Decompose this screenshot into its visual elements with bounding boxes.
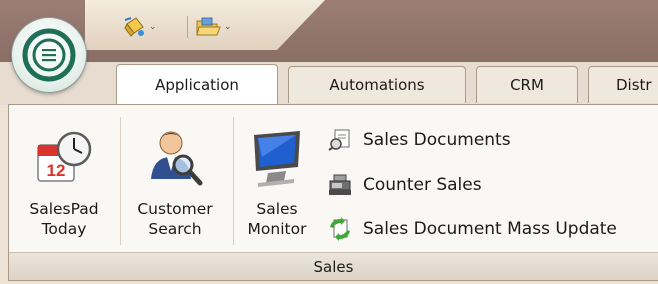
chevron-down-icon[interactable]: ⌄ (224, 22, 232, 32)
group-separator (233, 117, 234, 245)
salespad-today-button[interactable]: 12 SalesPad Today (15, 113, 113, 253)
ribbon-tab-strip: Application Automations CRM Distr (0, 62, 658, 105)
group-separator (120, 117, 121, 245)
svg-text:12: 12 (47, 161, 66, 180)
button-label: Sales Document Mass Update (363, 219, 617, 239)
quick-access-folder-button[interactable]: ⌄ (195, 15, 232, 39)
tab-label: CRM (510, 76, 544, 94)
customer-search-icon (151, 131, 203, 186)
mass-update-icon (330, 217, 350, 241)
sales-document-mass-update-button[interactable]: Sales Document Mass Update (327, 214, 617, 244)
quick-access-separator (187, 16, 188, 38)
button-label: Sales (256, 200, 298, 218)
counter-sales-button[interactable]: Counter Sales (327, 170, 482, 200)
sales-documents-icon (328, 129, 350, 151)
tab-automations[interactable]: Automations (288, 66, 466, 103)
customer-search-button[interactable]: Customer Search (123, 113, 227, 253)
monitor-icon (254, 131, 300, 187)
tab-crm[interactable]: CRM (476, 66, 578, 103)
tab-label: Distr (616, 76, 652, 94)
tab-label: Application (155, 75, 239, 94)
button-label: Customer (137, 200, 213, 218)
app-menu-icon (22, 28, 76, 82)
paint-bucket-icon (124, 17, 144, 37)
title-bar: ⌄ ⌄ (0, 0, 658, 62)
group-label: Sales (313, 257, 354, 276)
sales-monitor-button[interactable]: Sales Monitor (237, 113, 317, 253)
button-label: Today (41, 220, 87, 238)
cash-register-icon (329, 174, 351, 195)
button-label: Counter Sales (363, 175, 482, 195)
sales-documents-button[interactable]: Sales Documents (327, 125, 511, 155)
tab-distribution[interactable]: Distr (588, 66, 658, 103)
button-label: Monitor (247, 220, 307, 238)
button-label: SalesPad (29, 200, 99, 218)
calendar-clock-icon: 12 (37, 131, 92, 182)
ribbon-group-label: Sales (9, 252, 658, 280)
quick-access-paint-button[interactable]: ⌄ (122, 15, 157, 39)
folder-open-icon (196, 17, 221, 36)
ribbon-panel: 12 SalesPad Today Customer Search Sales … (8, 104, 658, 281)
button-label: Search (148, 220, 202, 238)
tab-label: Automations (329, 76, 425, 94)
tab-application[interactable]: Application (116, 64, 278, 104)
chevron-down-icon[interactable]: ⌄ (149, 22, 157, 32)
button-label: Sales Documents (363, 130, 511, 150)
application-orb-button[interactable] (12, 18, 86, 92)
